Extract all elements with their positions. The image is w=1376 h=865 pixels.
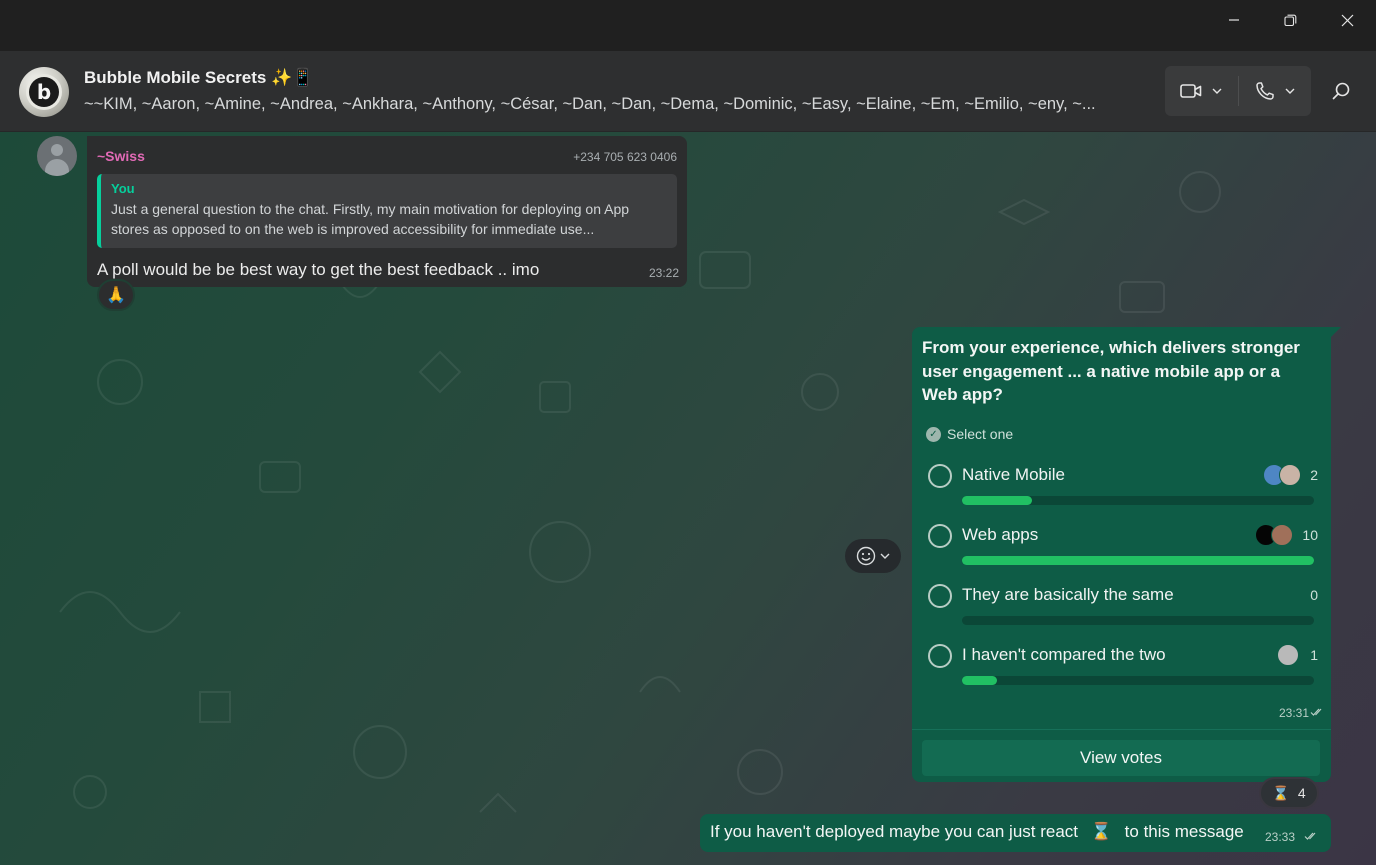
quoted-message[interactable]: You Just a general question to the chat.… <box>97 174 677 248</box>
reaction-emoji: 🙏 <box>106 287 126 304</box>
poll-option-label: Native Mobile <box>962 465 1065 484</box>
poll-option-bar <box>962 676 1314 685</box>
chat-area[interactable]: ~Swiss +234 705 623 0406 You Just a gene… <box>0 132 1376 865</box>
poll-option[interactable]: They are basically the same 0 <box>926 582 1321 640</box>
quote-text: Just a general question to the chat. Fir… <box>111 201 630 237</box>
radio-button[interactable] <box>928 464 952 488</box>
reaction-count: 4 <box>1297 785 1306 801</box>
message-reaction[interactable]: 🙏 <box>97 279 135 311</box>
poll-option-count: 1 <box>1310 647 1318 663</box>
poll-option-fill <box>962 676 998 685</box>
poll-option-count: 0 <box>1310 587 1318 603</box>
quote-author: You <box>111 181 135 196</box>
poll-option-label: They are basically the same <box>962 585 1174 604</box>
voice-call-button[interactable] <box>1239 66 1312 116</box>
hourglass-emoji: ⌛ <box>1090 822 1112 841</box>
restore-icon <box>1283 14 1296 26</box>
voice-call-icon <box>1256 82 1274 100</box>
chat-header: b Bubble Mobile Secrets ✨📱 ~~KIM, ~Aaron… <box>0 51 1376 132</box>
minimize-button[interactable] <box>1206 0 1262 40</box>
outgoing-message[interactable]: If you haven't deployed maybe you can ju… <box>700 814 1331 852</box>
group-avatar[interactable]: b <box>19 67 69 117</box>
poll-option-fill <box>962 556 1314 565</box>
react-button[interactable] <box>845 539 901 573</box>
bubble-tail <box>1331 327 1341 337</box>
chevron-down-icon <box>1285 88 1295 94</box>
poll-select-hint: ✓ Select one <box>926 426 1013 442</box>
message-time: 23:22 <box>648 266 679 280</box>
message-text-part: If you haven't deployed maybe you can ju… <box>710 822 1079 841</box>
voter-avatar <box>1277 644 1299 666</box>
poll-option-label: I haven't compared the two <box>962 645 1166 664</box>
close-button[interactable] <box>1319 0 1375 40</box>
group-members[interactable]: ~~KIM, ~Aaron, ~Amine, ~Andrea, ~Ankhara… <box>84 95 1156 114</box>
sender-name[interactable]: ~Swiss <box>97 148 145 164</box>
group-name[interactable]: Bubble Mobile Secrets ✨📱 <box>84 68 313 88</box>
incoming-message[interactable]: ~Swiss +234 705 623 0406 You Just a gene… <box>87 136 687 287</box>
poll-option-bar <box>962 556 1314 565</box>
search-button[interactable] <box>1318 73 1364 109</box>
smiley-icon <box>856 546 876 566</box>
message-time: 23:33 <box>1264 830 1295 844</box>
poll-option[interactable]: I haven't compared the two 1 <box>926 642 1321 700</box>
message-text: A poll would be be best way to get the b… <box>97 260 540 279</box>
chevron-down-icon <box>1212 88 1222 94</box>
search-icon <box>1332 82 1350 100</box>
poll-option[interactable]: Web apps 10 <box>926 522 1321 580</box>
restore-button[interactable] <box>1262 0 1318 40</box>
poll-question: From your experience, which delivers str… <box>922 338 1300 404</box>
check-icon: ✓ <box>926 426 941 442</box>
close-icon <box>1341 14 1353 26</box>
message-text-part: to this message <box>1124 822 1244 841</box>
divider <box>912 729 1331 730</box>
message-time: 23:31 <box>1278 706 1309 720</box>
avatar-letter: b <box>29 77 59 107</box>
poll-option-bar <box>962 616 1314 625</box>
poll-option[interactable]: Native Mobile 2 <box>926 462 1321 520</box>
voter-avatars[interactable] <box>1263 464 1301 486</box>
radio-button[interactable] <box>928 644 952 668</box>
double-check-icon <box>1310 708 1322 716</box>
voter-avatar <box>1271 524 1293 546</box>
sender-avatar[interactable] <box>37 136 77 176</box>
radio-button[interactable] <box>928 524 952 548</box>
video-call-button[interactable] <box>1165 66 1238 116</box>
minimize-icon <box>1229 19 1239 21</box>
call-buttons <box>1165 66 1311 116</box>
poll-option-count: 2 <box>1310 467 1318 483</box>
video-call-icon <box>1180 84 1202 98</box>
chevron-down-icon <box>880 553 890 559</box>
voter-avatar <box>1279 464 1301 486</box>
poll-option-count: 10 <box>1302 527 1318 543</box>
double-check-icon <box>1304 832 1316 840</box>
poll-reaction[interactable]: ⌛ 4 <box>1259 777 1319 809</box>
poll-option-fill <box>962 496 1033 505</box>
voter-avatars[interactable] <box>1255 524 1293 546</box>
sender-phone: +234 705 623 0406 <box>573 150 677 164</box>
poll-option-label: Web apps <box>962 525 1039 544</box>
view-votes-button[interactable]: View votes <box>922 740 1320 776</box>
select-label: Select one <box>947 426 1014 442</box>
reaction-emoji: ⌛ <box>1272 784 1290 801</box>
radio-button[interactable] <box>928 584 952 608</box>
voter-avatars[interactable] <box>1277 644 1299 666</box>
poll-message[interactable]: From your experience, which delivers str… <box>912 327 1331 782</box>
window-titlebar <box>0 0 1376 51</box>
message-text: If you haven't deployed maybe you can ju… <box>710 822 1244 842</box>
poll-option-bar <box>962 496 1314 505</box>
